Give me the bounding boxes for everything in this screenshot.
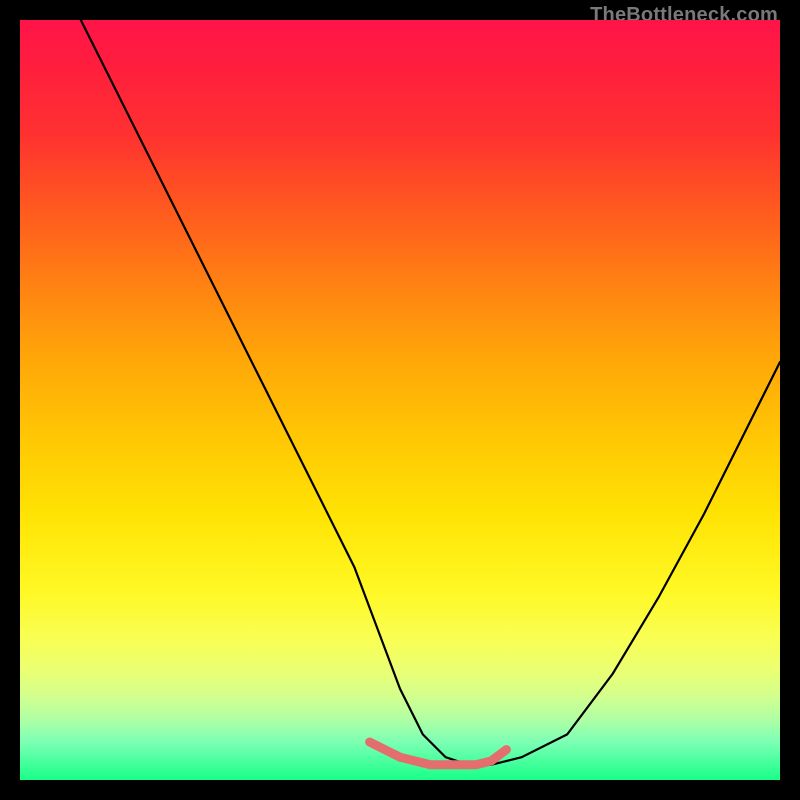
bottleneck-curve-line — [81, 20, 780, 765]
plot-area — [20, 20, 780, 780]
chart-svg — [20, 20, 780, 780]
chart-container: TheBottleneck.com — [0, 0, 800, 800]
optimal-band-highlight — [370, 742, 507, 765]
